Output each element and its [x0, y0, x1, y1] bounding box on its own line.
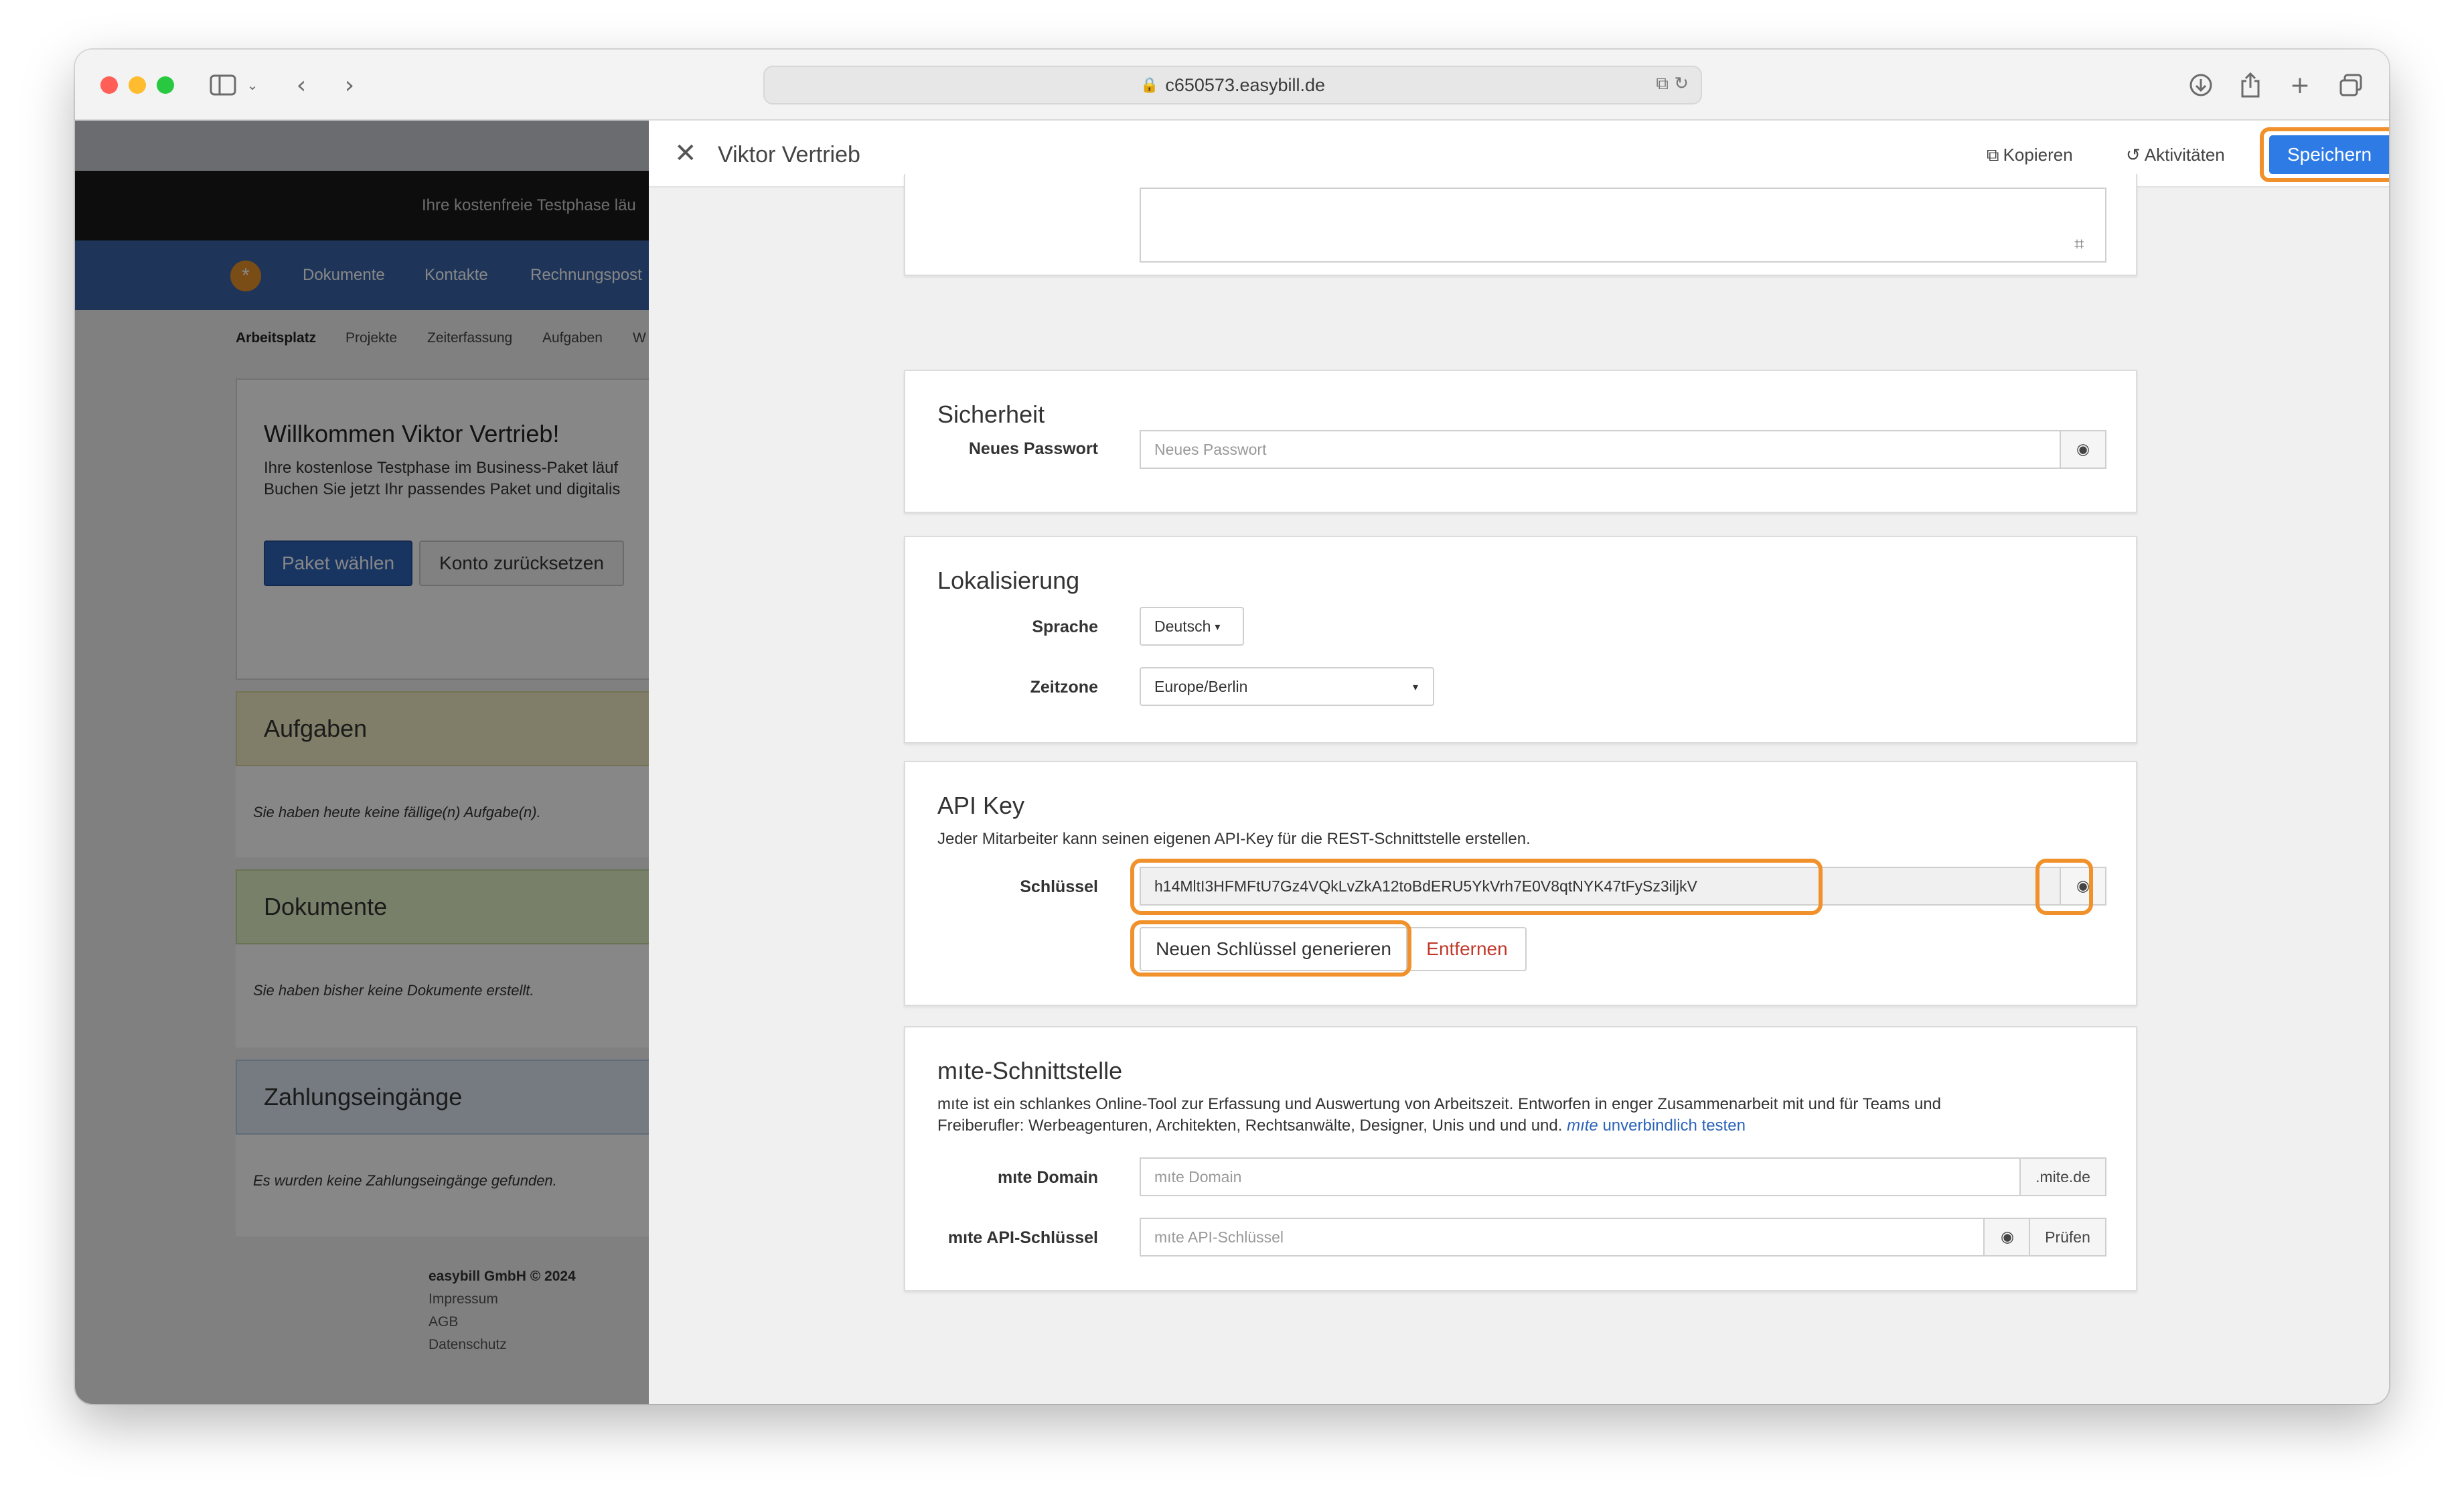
minimize-window-button[interactable] [129, 76, 146, 94]
timezone-select[interactable]: Europe/Berlin ▾ [1140, 667, 1434, 706]
save-highlight: Speichern ▾ [2260, 127, 2389, 182]
language-select[interactable]: Deutsch ▾ [1140, 607, 1244, 646]
language-label: Sprache [1032, 618, 1098, 636]
mite-description-1: mıte ist ein schlankes Online-Tool zur E… [937, 1095, 1941, 1113]
api-key-highlight [1130, 859, 1823, 915]
mite-api-key-label: mıte API-Schlüssel [947, 1228, 1098, 1247]
new-password-label: Neues Passwort [968, 439, 1098, 458]
translate-icon[interactable]: ⧉ [1656, 74, 1669, 94]
tab-overview-icon[interactable] [2335, 70, 2366, 100]
notes-textarea[interactable] [1140, 188, 2106, 263]
textarea-resize-icon[interactable]: ⌗ [2074, 234, 2084, 255]
copy-icon: ⧉ [1987, 145, 1999, 165]
mite-trial-link[interactable]: mıte unverbindlich testen [1567, 1117, 1746, 1135]
close-window-button[interactable] [100, 76, 118, 94]
show-mite-key-eye-icon[interactable]: ◉ [1983, 1218, 2031, 1257]
api-key-label: Schlüssel [1020, 877, 1098, 896]
eye-icon-highlight [2035, 859, 2093, 915]
mite-domain-suffix: .mite.de [2019, 1157, 2106, 1196]
mite-title: mıte-Schnittstelle [937, 1057, 1123, 1084]
forward-icon[interactable]: › [336, 70, 363, 100]
url-text: c650573.easybill.de [1165, 74, 1326, 95]
lock-icon: 🔒 [1140, 76, 1159, 93]
copy-button[interactable]: ⧉ Kopieren [1987, 145, 2073, 166]
zoom-window-button[interactable] [157, 76, 174, 94]
security-title: Sicherheit [937, 401, 1045, 428]
browser-window: ⌄ ‹ › 🔒 c650573.easybill.de ⧉ ↻ + Ihre k… [75, 50, 2389, 1404]
new-password-input[interactable]: Neues Passwort [1140, 430, 2062, 469]
caret-down-icon: ▾ [1215, 620, 1221, 633]
close-icon[interactable]: ✕ [674, 138, 697, 169]
api-key-description: Jeder Mitarbeiter kann seinen eigenen AP… [937, 830, 1531, 848]
mite-api-key-input[interactable]: mıte API-Schlüssel [1140, 1218, 1986, 1257]
address-bar[interactable]: 🔒 c650573.easybill.de ⧉ ↻ [763, 66, 1702, 104]
mite-description-2: Freiberufler: Werbeagenturen, Architekte… [937, 1117, 1746, 1135]
browser-toolbar: ⌄ ‹ › 🔒 c650573.easybill.de ⧉ ↻ + [75, 50, 2389, 121]
back-icon[interactable]: ‹ [288, 70, 315, 100]
mite-section: mıte-Schnittstelle mıte ist ein schlanke… [904, 1026, 2137, 1291]
mite-domain-input[interactable]: mıte Domain [1140, 1157, 2022, 1196]
panel-title: Viktor Vertrieb [718, 142, 860, 167]
new-tab-icon[interactable]: + [2285, 70, 2315, 100]
mite-domain-label: mıte Domain [997, 1168, 1098, 1187]
remove-key-button[interactable]: Entfernen [1407, 927, 1527, 971]
sidebar-toggle-icon[interactable] [206, 70, 240, 100]
modal-backdrop[interactable] [75, 121, 649, 1404]
activity-button[interactable]: ↺ Aktivitäten [2126, 145, 2225, 165]
api-key-title: API Key [937, 792, 1025, 819]
history-icon: ↺ [2126, 145, 2141, 165]
notes-section: ⌗ [904, 174, 2137, 276]
timezone-label: Zeitzone [1030, 678, 1098, 697]
download-icon[interactable] [2185, 70, 2216, 100]
localization-title: Lokalisierung [937, 567, 1080, 594]
share-icon[interactable] [2235, 70, 2266, 100]
security-section: Sicherheit Neues Passwort Neues Passwort… [904, 370, 2137, 513]
check-mite-button[interactable]: Prüfen [2029, 1218, 2106, 1257]
caret-down-icon: ▾ [1412, 680, 1418, 693]
generate-button-highlight [1130, 920, 1411, 977]
user-edit-panel: ✕ Viktor Vertrieb ⧉ Kopieren ↺ Aktivitäten… [649, 121, 2389, 1404]
reload-icon[interactable]: ↻ [1674, 74, 1689, 94]
save-button[interactable]: Speichern [2269, 135, 2389, 174]
api-key-section: API Key Jeder Mitarbeiter kann seinen ei… [904, 761, 2137, 1006]
background-app: Ihre kostenfreie Testphase läu * Dokumen… [75, 121, 649, 1404]
chevron-down-icon[interactable]: ⌄ [244, 70, 261, 100]
show-password-eye-icon[interactable]: ◉ [2060, 430, 2106, 469]
localization-section: Lokalisierung Sprache Deutsch ▾ Zeitzone … [904, 536, 2137, 743]
